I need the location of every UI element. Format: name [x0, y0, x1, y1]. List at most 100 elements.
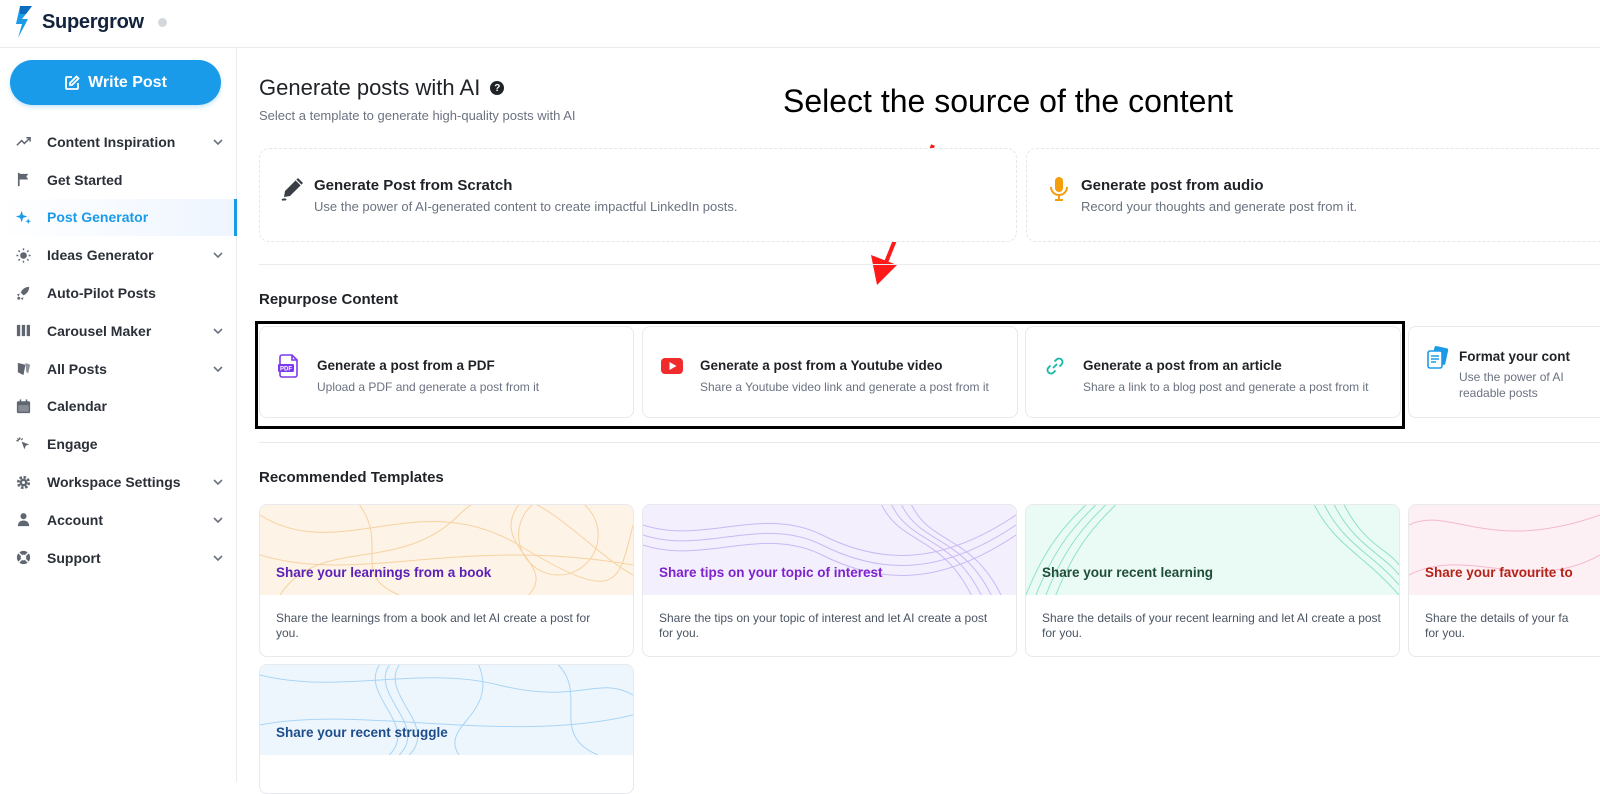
chevron-down-icon[interactable] [211, 551, 225, 565]
chevron-down-icon[interactable] [211, 135, 225, 149]
template-art [260, 665, 633, 755]
template-art [260, 505, 633, 595]
annotation-text: Select the source of the content [783, 83, 1234, 119]
edit-icon [65, 74, 80, 90]
sidebar-nav: Content Inspiration Get Started Post Gen… [0, 123, 237, 577]
svg-text:PDF: PDF [280, 367, 292, 373]
template-card-favourite[interactable]: Share your favourite to Share the detail… [1408, 504, 1600, 657]
divider [259, 264, 1600, 265]
chevron-down-icon[interactable] [211, 248, 225, 262]
template-card-tips[interactable]: Share tips on your topic of interest Sha… [642, 504, 1017, 657]
page-title: Generate posts with AI ? [259, 75, 505, 101]
card-description: Share a link to a blog post and generate… [1083, 380, 1369, 394]
card-description-line: Use the power of AI [1459, 370, 1564, 384]
top-bar: Supergrow [0, 0, 1600, 48]
template-art [1026, 505, 1399, 595]
calendar-icon [14, 397, 32, 415]
main-content: Generate posts with AI ? Select a templa… [237, 48, 1600, 794]
template-card-recent-struggle[interactable]: Share your recent struggle [259, 664, 634, 794]
repurpose-format-card[interactable]: Format your cont Use the power of AI rea… [1408, 326, 1600, 418]
sidebar-item-label: Get Started [47, 171, 123, 188]
template-title: Share your recent struggle [276, 725, 448, 740]
status-dot [157, 17, 167, 27]
chevron-down-icon[interactable] [211, 362, 225, 376]
card-description: Upload a PDF and generate a post from it [317, 380, 540, 394]
sparkles-icon [14, 208, 32, 226]
card-description: Share a Youtube video link and generate … [700, 380, 989, 394]
generate-from-scratch-card[interactable]: Generate Post from Scratch Use the power… [259, 148, 1017, 242]
repurpose-article-card[interactable]: Generate a post from an article Share a … [1025, 326, 1401, 418]
user-icon [14, 511, 32, 529]
sidebar-item-label: Content Inspiration [47, 133, 176, 150]
repurpose-youtube-card[interactable]: Generate a post from a Youtube video Sha… [642, 326, 1018, 418]
card-title: Format your cont [1459, 349, 1571, 364]
sidebar-item-label: Post Generator [47, 209, 149, 226]
template-card-book[interactable]: Share your learnings from a book Share t… [259, 504, 634, 657]
rocket-icon [14, 284, 32, 302]
template-card-recent-learning[interactable]: Share your recent learning Share the det… [1025, 504, 1400, 657]
chevron-down-icon[interactable] [211, 475, 225, 489]
logo[interactable]: Supergrow [14, 6, 167, 38]
sidebar-item-label: Support [47, 549, 101, 566]
sidebar-item-get-started[interactable]: Get Started [0, 161, 237, 199]
repurpose-section-title: Repurpose Content [259, 291, 399, 308]
template-title: Share tips on your topic of interest [659, 565, 883, 580]
pen-icon [281, 178, 303, 201]
template-description-line: for you. [1425, 626, 1466, 640]
microphone-icon [1050, 177, 1068, 201]
sidebar-item-label: Account [47, 511, 103, 528]
card-title: Generate Post from Scratch [314, 177, 513, 194]
sidebar-item-label: Calendar [47, 398, 107, 415]
sidebar: Write Post Content Inspiration Get Start… [0, 48, 237, 782]
templates-section-title: Recommended Templates [259, 469, 444, 486]
sidebar-item-label: All Posts [47, 360, 107, 377]
page-subtitle: Select a template to generate high-quali… [259, 108, 576, 123]
lifebuoy-icon [14, 549, 32, 567]
card-description: Use the power of AI-generated content to… [314, 199, 738, 214]
supergrow-logo-icon [16, 6, 32, 38]
sidebar-item-all-posts[interactable]: All Posts [0, 350, 237, 388]
template-description: Share the tips on your topic of interest… [659, 611, 988, 640]
sidebar-item-post-generator[interactable]: Post Generator [0, 198, 237, 237]
card-title: Generate a post from an article [1083, 358, 1282, 373]
sidebar-item-label: Engage [47, 436, 98, 453]
card-title: Generate a post from a PDF [317, 358, 495, 373]
pdf-icon: PDF [278, 354, 298, 378]
format-icon [1427, 346, 1449, 369]
template-title: Share your learnings from a book [276, 565, 492, 580]
divider [259, 442, 1600, 443]
template-description-line: Share the details of your fa [1425, 611, 1569, 625]
sidebar-item-engage[interactable]: Engage [0, 425, 237, 463]
sidebar-item-auto-pilot-posts[interactable]: Auto-Pilot Posts [0, 274, 237, 312]
flag-icon [14, 171, 32, 189]
write-post-button[interactable]: Write Post [10, 60, 221, 105]
template-title: Share your recent learning [1042, 565, 1214, 580]
logo-text: Supergrow [42, 10, 144, 33]
sidebar-item-workspace-settings[interactable]: Workspace Settings [0, 463, 237, 501]
sidebar-item-content-inspiration[interactable]: Content Inspiration [0, 123, 237, 161]
card-title: Generate post from audio [1081, 177, 1264, 194]
template-description: Share the details of your recent learnin… [1042, 611, 1381, 640]
sidebar-item-calendar[interactable]: Calendar [0, 388, 237, 426]
repurpose-pdf-card[interactable]: PDF Generate a post from a PDF Upload a … [259, 326, 634, 418]
sidebar-item-label: Workspace Settings [47, 474, 181, 491]
sidebar-item-ideas-generator[interactable]: Ideas Generator [0, 236, 237, 274]
page-title-text: Generate posts with AI [259, 75, 481, 100]
posts-icon [14, 360, 32, 378]
sidebar-item-account[interactable]: Account [0, 501, 237, 539]
youtube-icon [661, 358, 683, 374]
columns-icon [14, 322, 32, 340]
help-icon[interactable]: ? [490, 81, 505, 95]
template-art [1409, 505, 1600, 595]
card-description: Record your thoughts and generate post f… [1081, 199, 1358, 214]
sidebar-item-carousel-maker[interactable]: Carousel Maker [0, 312, 237, 350]
chevron-down-icon[interactable] [211, 513, 225, 527]
card-title: Generate a post from a Youtube video [700, 358, 943, 373]
chevron-down-icon[interactable] [211, 324, 225, 338]
lightbulb-icon [14, 246, 32, 264]
sidebar-item-label: Carousel Maker [47, 322, 152, 339]
sidebar-item-support[interactable]: Support [0, 539, 237, 577]
generate-from-audio-card[interactable]: Generate post from audio Record your tho… [1026, 148, 1600, 242]
template-title: Share your favourite to [1425, 565, 1573, 580]
trending-up-icon [14, 133, 32, 151]
